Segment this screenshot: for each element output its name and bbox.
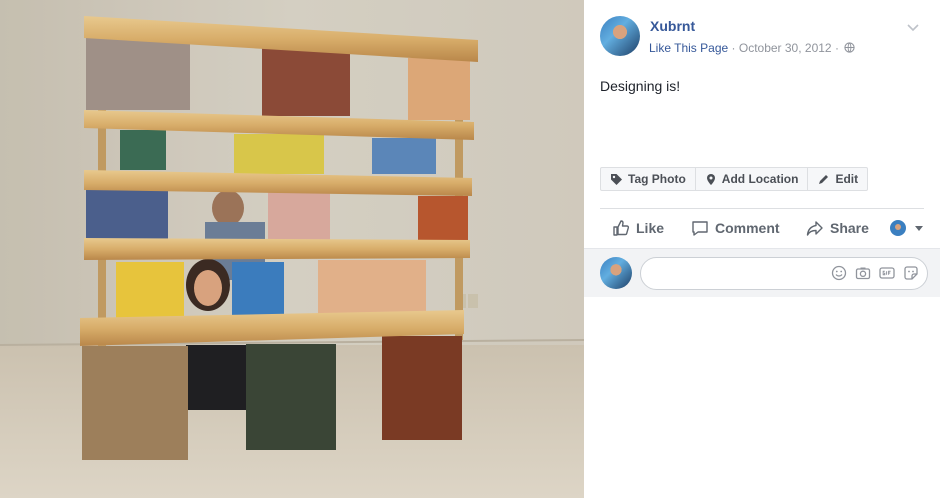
add-location-button[interactable]: Add Location (694, 168, 808, 190)
page-avatar[interactable] (600, 16, 640, 56)
caret-down-icon (915, 226, 923, 231)
like-label: Like (636, 220, 665, 236)
gif-icon[interactable] (879, 265, 895, 281)
edit-button[interactable]: Edit (807, 168, 867, 190)
comment-tools (831, 265, 919, 281)
comment-button[interactable]: Comment (691, 213, 780, 243)
page-name-link[interactable]: Xubrnt (650, 18, 695, 34)
comment-icon (692, 221, 708, 236)
tag-photo-label: Tag Photo (628, 172, 686, 186)
chevron-down-icon[interactable] (904, 18, 922, 36)
comment-label: Comment (715, 220, 780, 236)
meta-separator: · (731, 41, 736, 55)
share-label: Share (830, 220, 869, 236)
camera-icon[interactable] (855, 265, 871, 281)
comment-input[interactable] (640, 257, 928, 290)
audience-selector[interactable] (890, 213, 924, 243)
tag-photo-button[interactable]: Tag Photo (601, 168, 695, 190)
page-avatar-small-icon (890, 220, 906, 236)
photo-actions-bar: Tag Photo Add Location Edit (600, 167, 869, 191)
post-meta: Like This Page · October 30, 2012 · (649, 41, 855, 55)
post-photo[interactable] (0, 0, 584, 498)
pencil-icon (819, 174, 829, 184)
globe-icon[interactable] (844, 42, 855, 53)
post-date[interactable]: October 30, 2012 (739, 41, 832, 55)
meta-separator: · (834, 41, 839, 55)
post-actions: Like Comment Share (600, 213, 924, 243)
commenter-avatar (600, 257, 632, 289)
post-details-panel: Xubrnt Like This Page · October 30, 2012… (584, 0, 940, 498)
post-header: Xubrnt Like This Page · October 30, 2012… (600, 16, 924, 58)
location-pin-icon (706, 173, 715, 185)
like-button[interactable]: Like (612, 213, 664, 243)
edit-label: Edit (835, 172, 859, 186)
thumbs-up-icon (613, 220, 630, 236)
divider (600, 208, 924, 209)
post-caption: Designing is! (600, 78, 681, 94)
sticker-icon[interactable] (903, 265, 919, 281)
tag-icon (611, 173, 622, 185)
share-icon (806, 221, 823, 236)
emoji-icon[interactable] (831, 265, 847, 281)
share-button[interactable]: Share (806, 213, 869, 243)
add-location-label: Add Location (721, 172, 799, 186)
comment-composer (584, 248, 940, 297)
like-page-link[interactable]: Like This Page (649, 41, 728, 55)
